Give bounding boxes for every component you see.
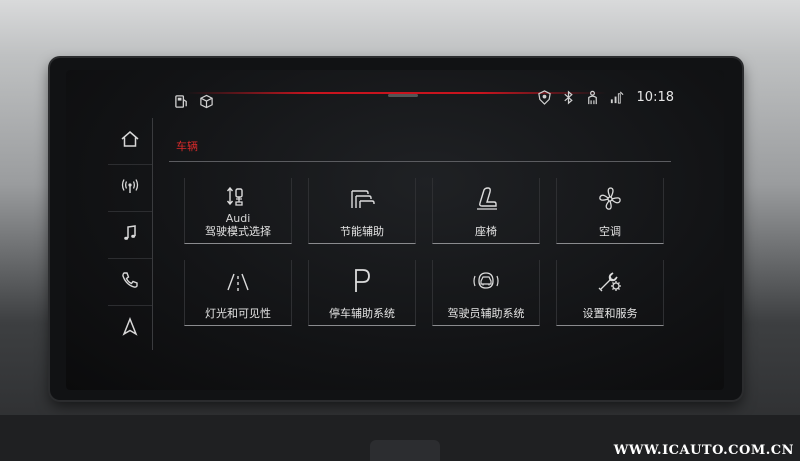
radio-icon xyxy=(120,176,140,200)
pull-down-handle[interactable] xyxy=(388,94,418,97)
tile-label: 驾驶模式选择 xyxy=(205,225,271,238)
fuel-icon xyxy=(174,94,189,109)
watermark: WWW.ICAUTO.COM.CN xyxy=(613,443,794,458)
tile-drive-select[interactable]: Audi 驾驶模式选择 xyxy=(184,178,292,244)
tile-climate[interactable]: 空调 xyxy=(556,178,664,244)
sidebar-item-phone[interactable] xyxy=(108,259,152,306)
sidebar-item-home[interactable] xyxy=(108,118,152,165)
tile-driver-assist[interactable]: 驾驶员辅助系统 xyxy=(432,260,540,326)
driver-assist-icon xyxy=(433,266,539,296)
vehicle-menu-grid: Audi 驾驶模式选择 节能辅助 座椅 空调 灯光和可见性 停车辅助系统 驾驶员… xyxy=(184,178,664,326)
location-shield-icon xyxy=(537,90,552,105)
navigation-icon xyxy=(120,316,140,341)
tile-label: 座椅 xyxy=(475,225,497,238)
person-icon xyxy=(585,90,600,105)
efficiency-icon xyxy=(309,184,415,214)
phone-icon xyxy=(120,270,140,294)
drive-select-icon xyxy=(185,184,291,214)
sidebar-item-media[interactable] xyxy=(108,212,152,259)
control-knob xyxy=(370,440,440,461)
fan-icon xyxy=(557,184,663,214)
sidebar-item-navigation[interactable] xyxy=(108,306,152,352)
tile-label: 灯光和可见性 xyxy=(205,307,271,320)
infotainment-screen: 10:18 车辆 Audi 驾驶模式选择 节能辅助 座椅 空调 灯光和可见性 停… xyxy=(66,70,724,390)
home-icon xyxy=(120,129,140,153)
tile-efficiency-assist[interactable]: 节能辅助 xyxy=(308,178,416,244)
tile-label: 设置和服务 xyxy=(582,307,638,320)
sidebar-item-radio[interactable] xyxy=(108,165,152,212)
lights-icon xyxy=(185,266,291,296)
cube-icon xyxy=(199,94,214,109)
tile-lights-visibility[interactable]: 灯光和可见性 xyxy=(184,260,292,326)
header-divider xyxy=(169,161,671,162)
status-right: 10:18 xyxy=(537,90,674,105)
tile-label: 停车辅助系统 xyxy=(329,307,395,320)
status-left xyxy=(174,94,214,109)
music-note-icon xyxy=(120,223,140,247)
breadcrumb[interactable]: 车辆 xyxy=(176,138,198,154)
clock: 10:18 xyxy=(636,90,674,105)
tile-label: 节能辅助 xyxy=(340,225,384,238)
settings-icon xyxy=(557,266,663,296)
seat-icon xyxy=(433,184,539,214)
tile-seats[interactable]: 座椅 xyxy=(432,178,540,244)
signal-icon xyxy=(609,90,624,105)
parking-icon xyxy=(309,266,415,296)
sidebar xyxy=(108,118,153,350)
tile-parking-assist[interactable]: 停车辅助系统 xyxy=(308,260,416,326)
tile-label: 空调 xyxy=(599,225,621,238)
bluetooth-icon xyxy=(561,90,576,105)
tile-settings-service[interactable]: 设置和服务 xyxy=(556,260,664,326)
tile-label: 驾驶员辅助系统 xyxy=(447,307,525,320)
